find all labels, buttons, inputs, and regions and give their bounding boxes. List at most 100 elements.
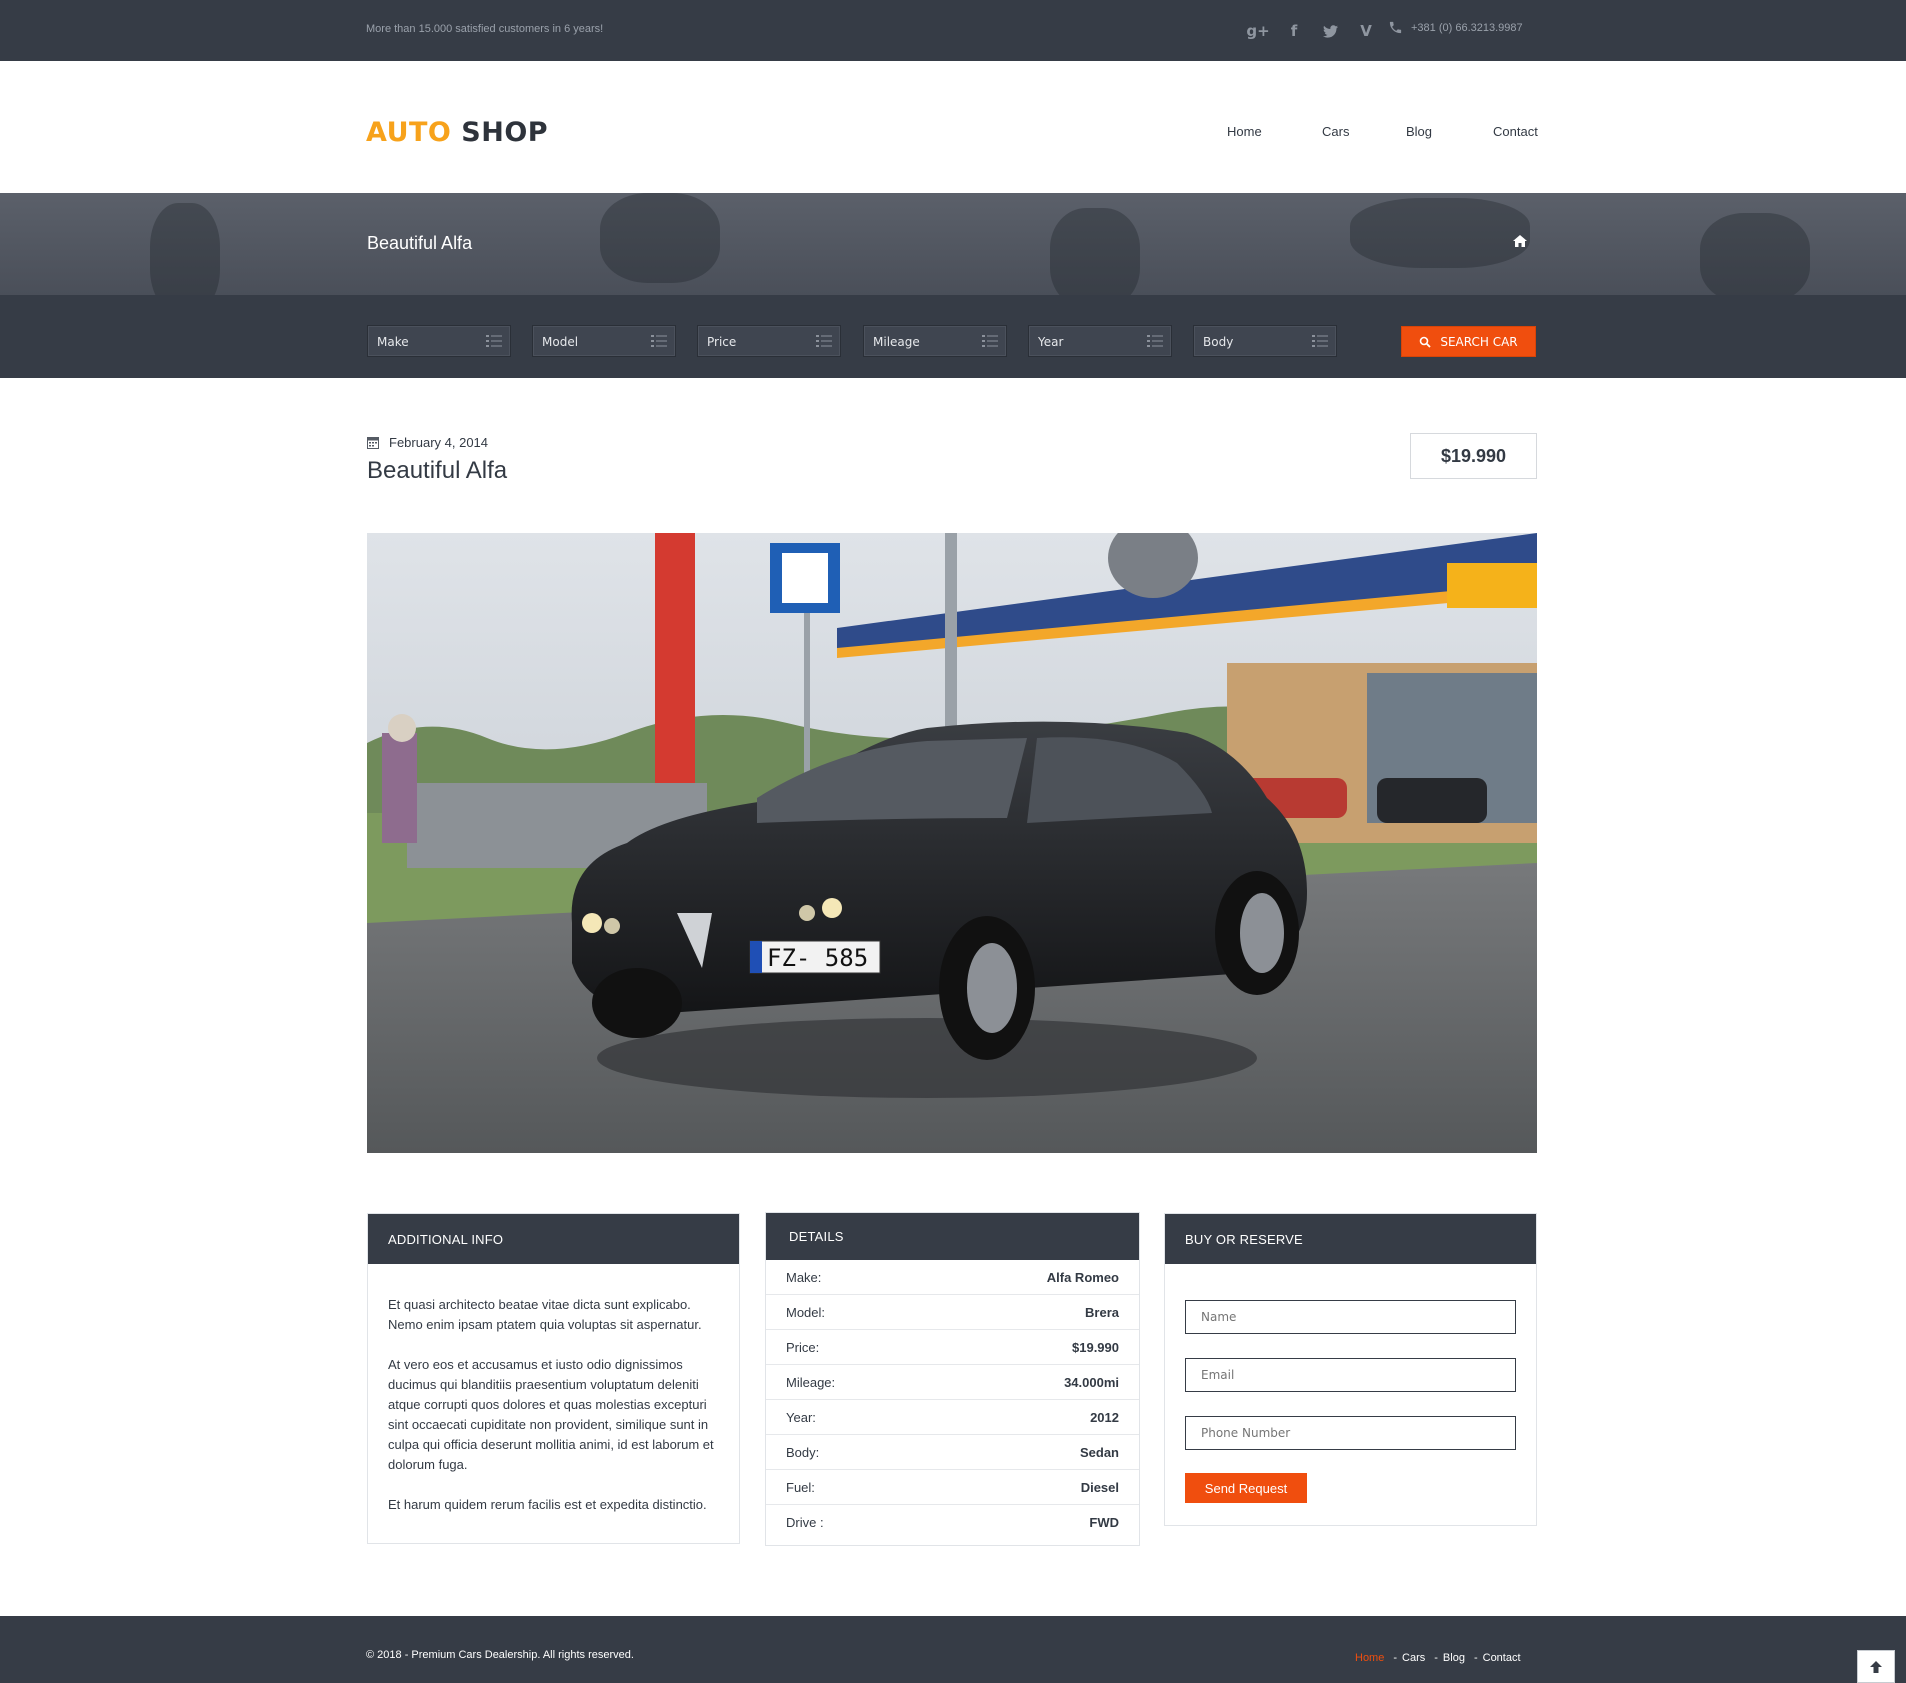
- additional-info-panel: ADDITIONAL INFO Et quasi architecto beat…: [367, 1213, 740, 1544]
- banner-bg-shape: [1050, 208, 1140, 295]
- nav-cars[interactable]: Cars: [1322, 124, 1349, 139]
- footer-link-contact[interactable]: Contact: [1483, 1652, 1521, 1664]
- banner-bg-shape: [1700, 213, 1810, 295]
- list-icon: [816, 335, 832, 347]
- year-select[interactable]: Year: [1028, 325, 1172, 357]
- make-select-label: Make: [377, 335, 409, 349]
- banner-title: Beautiful Alfa: [367, 233, 473, 253]
- price-select-label: Price: [707, 335, 737, 349]
- footer-link-cars[interactable]: Cars: [1402, 1652, 1425, 1664]
- additional-info-heading: ADDITIONAL INFO: [368, 1214, 739, 1264]
- home-icon[interactable]: [1512, 233, 1528, 249]
- footer-separator: -: [1393, 1652, 1398, 1664]
- mileage-select[interactable]: Mileage: [863, 325, 1007, 357]
- car-search-bar: Make Model Price Mileage Year Body SEARC…: [0, 295, 1906, 378]
- details-panel: DETAILS Make: Alfa Romeo Model: Brera Pric…: [765, 1212, 1140, 1546]
- copyright-text: © 2018 - Premium Cars Dealership. All ri…: [366, 1649, 634, 1661]
- nav-contact[interactable]: Contact: [1493, 124, 1538, 139]
- post-title: Beautiful Alfa: [367, 457, 508, 484]
- buy-reserve-heading: BUY OR RESERVE: [1165, 1214, 1536, 1264]
- detail-value: Diesel: [1080, 1479, 1119, 1495]
- detail-label: Model:: [786, 1304, 826, 1320]
- footer-separator: -: [1473, 1652, 1478, 1664]
- detail-label: Fuel:: [786, 1479, 815, 1495]
- detail-row-fuel: Fuel: Diesel: [766, 1470, 1139, 1505]
- make-select[interactable]: Make: [367, 325, 511, 357]
- details-heading: DETAILS: [766, 1213, 1139, 1260]
- footer-link-home[interactable]: Home: [1355, 1652, 1384, 1664]
- social-links: g+ f V: [1240, 19, 1384, 43]
- list-icon: [651, 335, 667, 347]
- post-date: February 4, 2014: [367, 435, 488, 450]
- top-tagline: More than 15.000 satisfied customers in …: [366, 23, 604, 35]
- info-paragraph: Et quasi architecto beatae vitae dicta s…: [388, 1297, 702, 1332]
- model-select[interactable]: Model: [532, 325, 676, 357]
- buy-reserve-panel: BUY OR RESERVE Send Request: [1164, 1213, 1537, 1526]
- price-badge: $19.990: [1410, 433, 1537, 479]
- year-select-label: Year: [1038, 335, 1064, 349]
- detail-value: 2012: [1090, 1409, 1119, 1425]
- detail-label: Make:: [786, 1269, 822, 1285]
- detail-label: Mileage:: [786, 1374, 836, 1390]
- banner-bg-shape: [150, 203, 220, 295]
- detail-row-mileage: Mileage: 34.000mi: [766, 1365, 1139, 1400]
- info-paragraph: Et harum quidem rerum facilis est et exp…: [388, 1497, 707, 1512]
- list-icon: [982, 335, 998, 347]
- body-select-label: Body: [1203, 335, 1234, 349]
- detail-row-drive: Drive : FWD: [766, 1505, 1139, 1540]
- footer-link-blog[interactable]: Blog: [1443, 1652, 1465, 1664]
- detail-value: FWD: [1089, 1515, 1119, 1530]
- logo-shop: SHOP: [461, 117, 549, 148]
- list-icon: [1312, 335, 1328, 347]
- detail-label: Year:: [786, 1409, 816, 1425]
- email-field[interactable]: [1185, 1358, 1516, 1392]
- phone-icon: [1389, 21, 1402, 34]
- phone-contact: +381 (0) 66.3213.9987: [1388, 20, 1523, 35]
- send-request-button[interactable]: Send Request: [1185, 1473, 1307, 1503]
- detail-value: 34.000mi: [1064, 1374, 1119, 1390]
- detail-label: Drive :: [786, 1515, 824, 1530]
- detail-row-body: Body: Sedan: [766, 1435, 1139, 1470]
- mileage-select-label: Mileage: [873, 335, 920, 349]
- detail-row-model: Model: Brera: [766, 1295, 1139, 1330]
- detail-row-price: Price: $19.990: [766, 1330, 1139, 1365]
- detail-row-year: Year: 2012: [766, 1400, 1139, 1435]
- detail-value: $19.990: [1072, 1339, 1119, 1355]
- site-header: AUTO SHOP Home Cars Blog Contact: [0, 61, 1906, 193]
- site-logo[interactable]: AUTO SHOP: [366, 117, 548, 148]
- site-footer: © 2018 - Premium Cars Dealership. All ri…: [0, 1616, 1906, 1683]
- detail-value: Alfa Romeo: [1046, 1269, 1119, 1285]
- calendar-icon: [367, 437, 379, 449]
- facebook-icon[interactable]: f: [1276, 19, 1312, 43]
- search-icon: [1420, 336, 1431, 348]
- detail-value: Sedan: [1079, 1444, 1119, 1460]
- detail-label: Price:: [786, 1339, 820, 1355]
- top-bar: More than 15.000 satisfied customers in …: [0, 0, 1906, 61]
- page-banner: Beautiful Alfa: [0, 193, 1906, 295]
- model-select-label: Model: [542, 335, 579, 349]
- price-select[interactable]: Price: [697, 325, 841, 357]
- detail-row-make: Make: Alfa Romeo: [766, 1260, 1139, 1295]
- vimeo-icon[interactable]: V: [1348, 19, 1384, 43]
- nav-home[interactable]: Home: [1227, 124, 1262, 139]
- list-icon: [1147, 335, 1163, 347]
- info-paragraph: At vero eos et accusamus et iusto odio d…: [388, 1357, 714, 1472]
- search-car-label: SEARCH CAR: [1440, 334, 1518, 349]
- footer-separator: -: [1434, 1652, 1438, 1664]
- license-plate-text: FZ- 585: [767, 944, 868, 972]
- detail-label: Body:: [786, 1444, 820, 1460]
- banner-bg-shape: [1350, 198, 1530, 268]
- google-plus-icon[interactable]: g+: [1240, 19, 1276, 43]
- body-select[interactable]: Body: [1193, 325, 1337, 357]
- twitter-icon[interactable]: [1312, 19, 1348, 43]
- back-to-top-button[interactable]: [1857, 1650, 1895, 1683]
- phone-number: +381 (0) 66.3213.9987: [1411, 21, 1523, 34]
- name-field[interactable]: [1185, 1300, 1516, 1334]
- footer-nav: Home - Cars - Blog - Contact: [1355, 1652, 1521, 1664]
- search-car-button[interactable]: SEARCH CAR: [1401, 326, 1536, 357]
- phone-field[interactable]: [1185, 1416, 1516, 1450]
- car-photo: FZ- 585: [367, 533, 1537, 1153]
- arrow-up-icon: [1870, 1660, 1882, 1673]
- nav-blog[interactable]: Blog: [1406, 124, 1432, 139]
- banner-bg-shape: [600, 193, 720, 283]
